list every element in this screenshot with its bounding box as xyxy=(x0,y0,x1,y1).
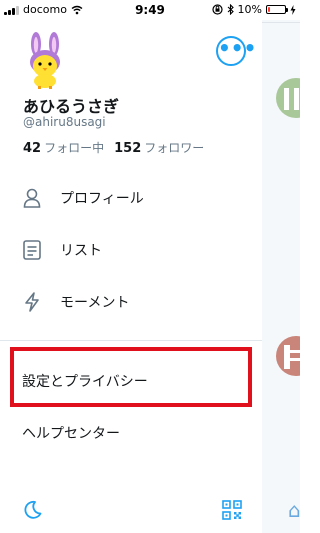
followers-link[interactable]: 152 フォロワー xyxy=(114,139,204,156)
menu-item-moments[interactable]: モーメント xyxy=(0,276,262,328)
menu-item-lists[interactable]: リスト xyxy=(0,224,262,276)
followers-count: 152 xyxy=(114,141,142,156)
status-bar: docomo 9:49 10% xyxy=(0,0,300,20)
menu-label-lists: リスト xyxy=(60,243,102,259)
battery-percent: 10% xyxy=(237,3,262,16)
more-dots-icon: ••• xyxy=(218,36,257,60)
moon-icon[interactable] xyxy=(22,500,42,520)
charging-icon xyxy=(290,4,296,15)
menu-label-profile: プロフィール xyxy=(60,191,144,207)
menu-item-profile[interactable]: プロフィール xyxy=(0,172,262,224)
following-link[interactable]: 42 フォロー中 xyxy=(23,139,104,156)
lightning-icon xyxy=(22,292,42,312)
timeline-divider xyxy=(262,22,300,23)
status-right: 10% xyxy=(211,3,296,16)
qr-code-icon[interactable] xyxy=(222,500,242,520)
more-options-button[interactable]: ••• xyxy=(216,36,256,66)
person-icon xyxy=(22,188,42,208)
following-label: フォロー中 xyxy=(44,141,105,155)
menu-divider xyxy=(0,340,262,341)
profile-avatar[interactable] xyxy=(23,32,67,90)
menu-label-moments: モーメント xyxy=(60,295,130,311)
battery-icon xyxy=(266,5,288,14)
battery-level xyxy=(268,7,270,12)
app-screen: docomo 9:49 10% ⌂ ••• あひるうさぎ @ahiru8usag… xyxy=(0,0,300,533)
chick-bunny-avatar-image xyxy=(30,32,60,89)
settings-privacy-link[interactable]: 設定とプライバシー xyxy=(22,371,148,391)
side-drawer: ••• あひるうさぎ @ahiru8usagi 42 フォロー中 152 フォロワー… xyxy=(0,20,262,533)
orientation-lock-icon xyxy=(211,4,223,15)
bluetooth-icon xyxy=(227,4,234,15)
following-count: 42 xyxy=(23,141,42,156)
profile-handle: @ahiru8usagi xyxy=(23,115,106,129)
profile-display-name: あひるうさぎ xyxy=(23,97,120,116)
timeline-background: ⌂ xyxy=(262,20,300,533)
home-tab-icon[interactable]: ⌂ xyxy=(288,498,300,522)
help-center-link[interactable]: ヘルプセンター xyxy=(22,423,120,443)
followers-label: フォロワー xyxy=(144,141,205,155)
follow-stats: 42 フォロー中 152 フォロワー xyxy=(23,139,204,156)
list-icon xyxy=(22,240,42,260)
